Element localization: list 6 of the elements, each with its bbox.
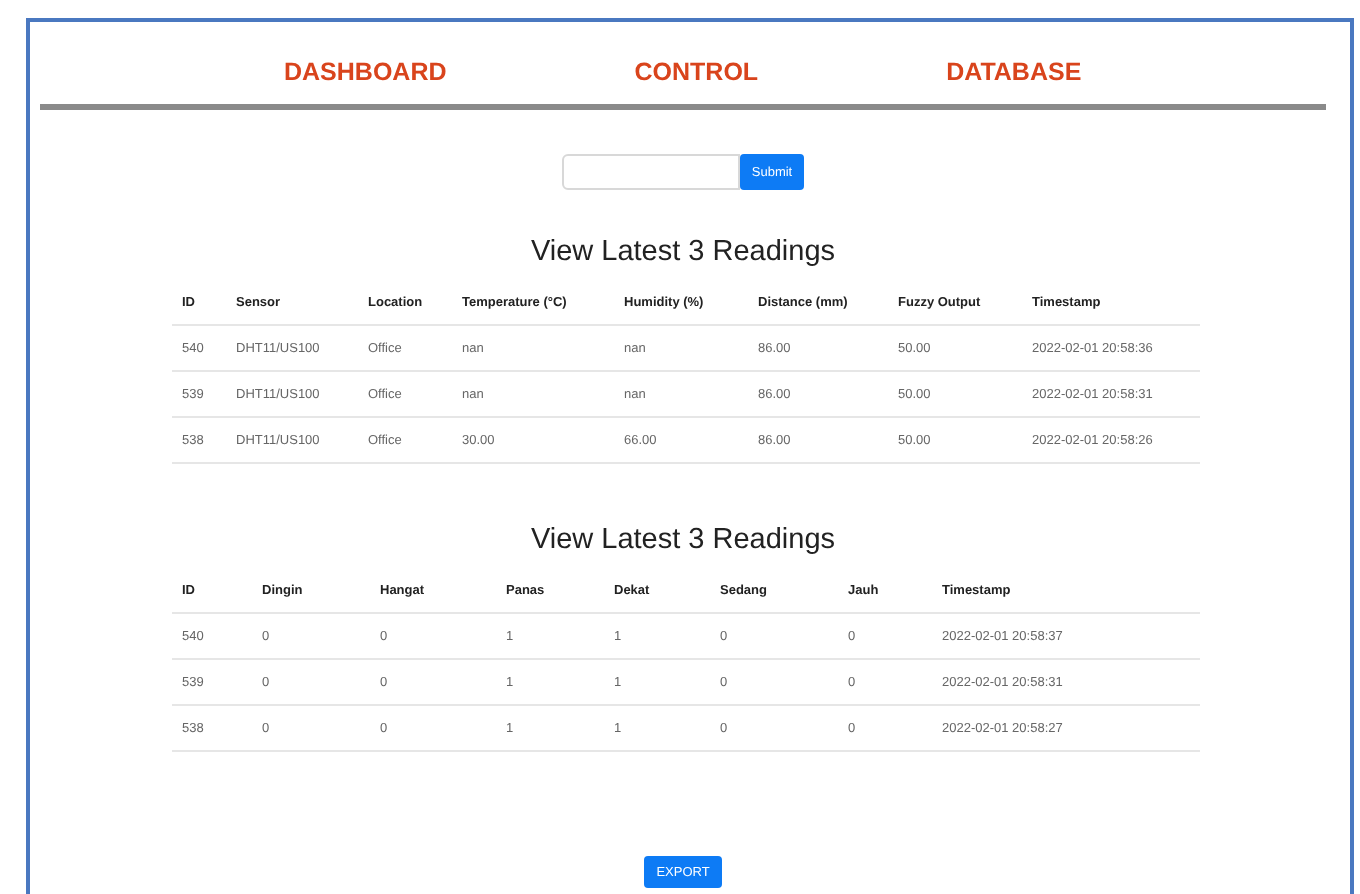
nav-link[interactable]: DATABASE (946, 57, 1082, 85)
nav-link[interactable]: DASHBOARD (284, 57, 447, 85)
nav-link[interactable]: CONTROL (634, 57, 759, 85)
table-title: View Latest 3 Readings (528, 236, 838, 268)
text-input-field[interactable] (561, 154, 740, 190)
table-title: View Latest 3 Readings (528, 524, 838, 556)
